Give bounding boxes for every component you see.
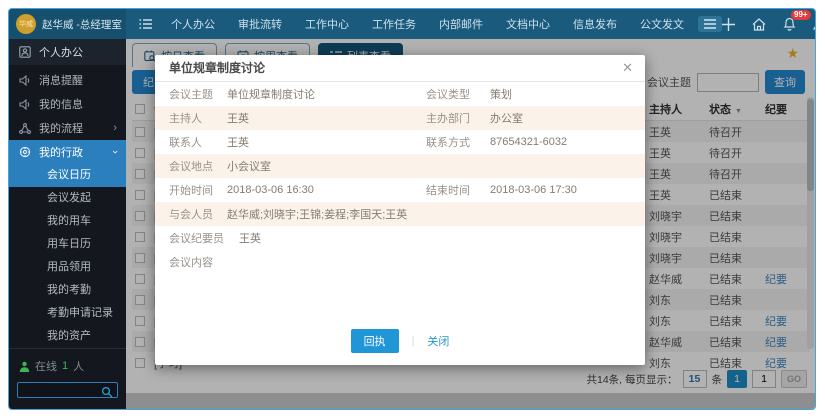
sidebar-subitem-attendance-requests[interactable]: 考勤申请记录 — [9, 302, 126, 325]
top-nav: 个人办公 审批流转 工作中心 工作任务 内部邮件 文档中心 信息发布 公文发文 — [171, 16, 684, 32]
online-suffix: 人 — [73, 358, 84, 374]
receipt-button[interactable]: 回执 — [351, 329, 399, 353]
footer-divider: | — [412, 335, 415, 347]
sidebar-item-label: 个人办公 — [39, 44, 83, 60]
user-block[interactable]: 华威 赵华威 -总经理室 — [9, 9, 126, 39]
apps-menu-icon[interactable] — [698, 16, 722, 32]
modal-row: 主持人 王英 主办部门 办公室 — [155, 106, 645, 130]
modal-row: 会议地点 小会议室 — [155, 154, 645, 178]
chevron-down-icon: › — [109, 150, 121, 154]
speaker-icon — [19, 99, 31, 110]
sidebar-item-message-alerts[interactable]: 消息提醒 — [9, 68, 126, 92]
sidebar-item-label: 我的行政 — [39, 144, 83, 160]
modal-row: 联系人 王英 联系方式 87654321-6032 — [155, 130, 645, 154]
nav-item-approval-flow[interactable]: 审批流转 — [238, 16, 282, 32]
modal-title: 单位规章制度讨论 ✕ — [155, 55, 645, 82]
nav-item-internal-mail[interactable]: 内部邮件 — [439, 16, 483, 32]
sidebar-item-my-workflows[interactable]: 我的流程 › — [9, 116, 126, 140]
sidebar-subitem-vehicle-calendar[interactable]: 用车日历 — [9, 233, 126, 256]
sidebar-item-my-messages[interactable]: 我的信息 — [9, 92, 126, 116]
sidebar-subitem-my-assets[interactable]: 我的资产 — [9, 325, 126, 348]
sidebar-subitem-my-vehicle[interactable]: 我的用车 — [9, 210, 126, 233]
sidebar-subitem-my-attendance[interactable]: 我的考勤 — [9, 279, 126, 302]
user-name: 赵华威 -总经理室 — [42, 17, 122, 32]
sidebar-subitem-supplies[interactable]: 用品领用 — [9, 256, 126, 279]
modal-row: 开始时间 2018-03-06 16:30 结束时间 2018-03-06 17… — [155, 178, 645, 202]
nav-item-work-tasks[interactable]: 工作任务 — [372, 16, 416, 32]
online-count: 1 — [62, 360, 68, 372]
topbar-icons: 99+ — [722, 17, 816, 31]
meeting-detail-modal: 单位规章制度讨论 ✕ 会议主题 单位规章制度讨论 会议类型 策划 主持人 王英 … — [155, 55, 645, 365]
sidebar-item-personal-office[interactable]: 个人办公 — [9, 39, 126, 65]
bell-icon[interactable]: 99+ — [783, 17, 796, 31]
sidebar-subitem-meeting-calendar[interactable]: 会议日历 — [9, 164, 126, 187]
online-status: 在线 1 人 — [9, 349, 126, 379]
nav-item-personal-office[interactable]: 个人办公 — [171, 16, 215, 32]
notification-badge: 99+ — [791, 10, 811, 20]
person-online-icon — [19, 361, 30, 372]
page: 华威 赵华威 -总经理室 个人办公 审批流转 工作中心 工作任务 内部邮件 文档… — [0, 0, 825, 419]
search-icon — [101, 386, 113, 398]
modal-row: 会议纪要员 王英 — [155, 226, 645, 250]
admin-icon — [19, 146, 31, 158]
contacts-icon[interactable] — [813, 18, 816, 31]
sidebar-item-my-admin[interactable]: 我的行政 › — [9, 140, 126, 164]
home-icon[interactable] — [752, 18, 766, 31]
close-icon[interactable]: ✕ — [622, 61, 633, 74]
list-menu-icon[interactable] — [139, 18, 153, 30]
sidebar-item-label: 我的流程 — [39, 120, 83, 136]
close-link[interactable]: 关闭 — [427, 333, 449, 349]
user-icon — [19, 46, 31, 58]
plus-icon[interactable] — [722, 18, 735, 31]
speaker-icon — [19, 75, 31, 86]
nav-item-document-center[interactable]: 文档中心 — [506, 16, 550, 32]
online-label: 在线 — [35, 358, 57, 374]
nav-item-info-publish[interactable]: 信息发布 — [573, 16, 617, 32]
sidebar: 个人办公 消息提醒 我的信息 — [9, 39, 126, 409]
modal-row: 与会人员 赵华威;刘晓宇;王锦;姜程;李国天;王英 — [155, 202, 645, 226]
sidebar-search — [17, 382, 118, 398]
nav-item-work-center[interactable]: 工作中心 — [305, 16, 349, 32]
avatar[interactable]: 华威 — [16, 14, 36, 34]
chevron-right-icon: › — [113, 122, 117, 134]
nav-item-official-docs[interactable]: 公文发文 — [640, 16, 684, 32]
modal-footer: 回执 | 关闭 — [155, 329, 645, 353]
modal-row: 会议内容 — [155, 250, 645, 274]
topbar: 华威 赵华威 -总经理室 个人办公 审批流转 工作中心 工作任务 内部邮件 文档… — [9, 9, 815, 39]
modal-row: 会议主题 单位规章制度讨论 会议类型 策划 — [155, 82, 645, 106]
sidebar-subitem-meeting-initiate[interactable]: 会议发起 — [9, 187, 126, 210]
flow-icon — [19, 123, 31, 134]
sidebar-item-label: 消息提醒 — [39, 72, 83, 88]
sidebar-item-label: 我的信息 — [39, 96, 83, 112]
